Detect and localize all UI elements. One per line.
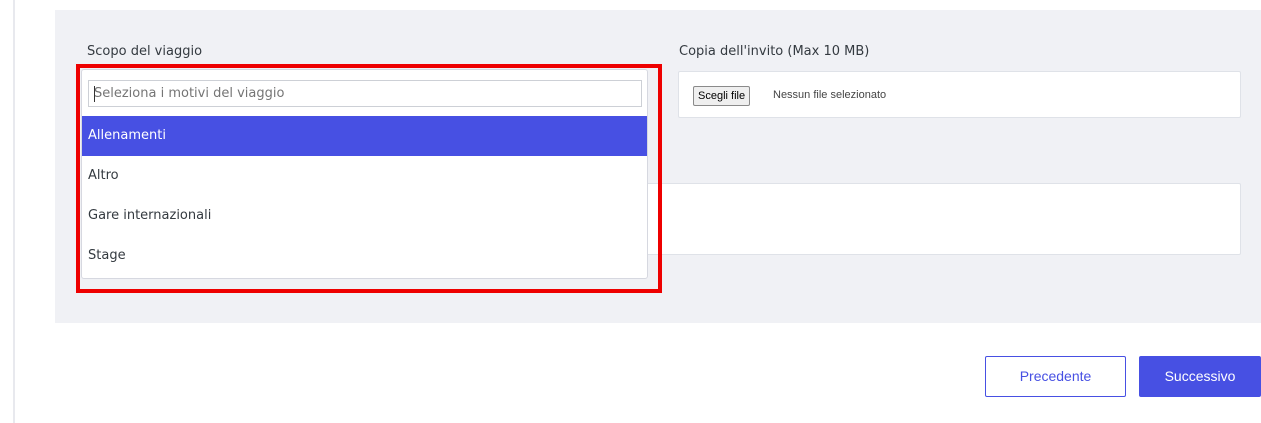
left-divider	[13, 0, 15, 423]
next-button[interactable]: Successivo	[1139, 356, 1261, 397]
notes-textarea[interactable]	[640, 183, 1241, 255]
text-cursor	[94, 86, 95, 102]
invite-file-input[interactable]: Scegli file Nessun file selezionato	[678, 71, 1241, 118]
scope-option-stage[interactable]: Stage	[82, 236, 647, 276]
choose-file-button[interactable]: Scegli file	[693, 86, 751, 106]
scope-options-list: Allenamenti Altro Gare internazionali St…	[82, 116, 647, 276]
scope-option-altro[interactable]: Altro	[82, 156, 647, 196]
previous-button[interactable]: Precedente	[985, 356, 1126, 397]
scope-option-gare-internazionali[interactable]: Gare internazionali	[82, 196, 647, 236]
invite-label: Copia dell'invito (Max 10 MB)	[679, 44, 870, 59]
file-status-text: Nessun file selezionato	[773, 89, 887, 101]
scope-search-input[interactable]	[88, 80, 642, 107]
scope-label: Scopo del viaggio	[87, 44, 203, 59]
scope-dropdown[interactable]: Allenamenti Altro Gare internazionali St…	[81, 69, 648, 279]
scope-option-allenamenti[interactable]: Allenamenti	[82, 116, 647, 156]
